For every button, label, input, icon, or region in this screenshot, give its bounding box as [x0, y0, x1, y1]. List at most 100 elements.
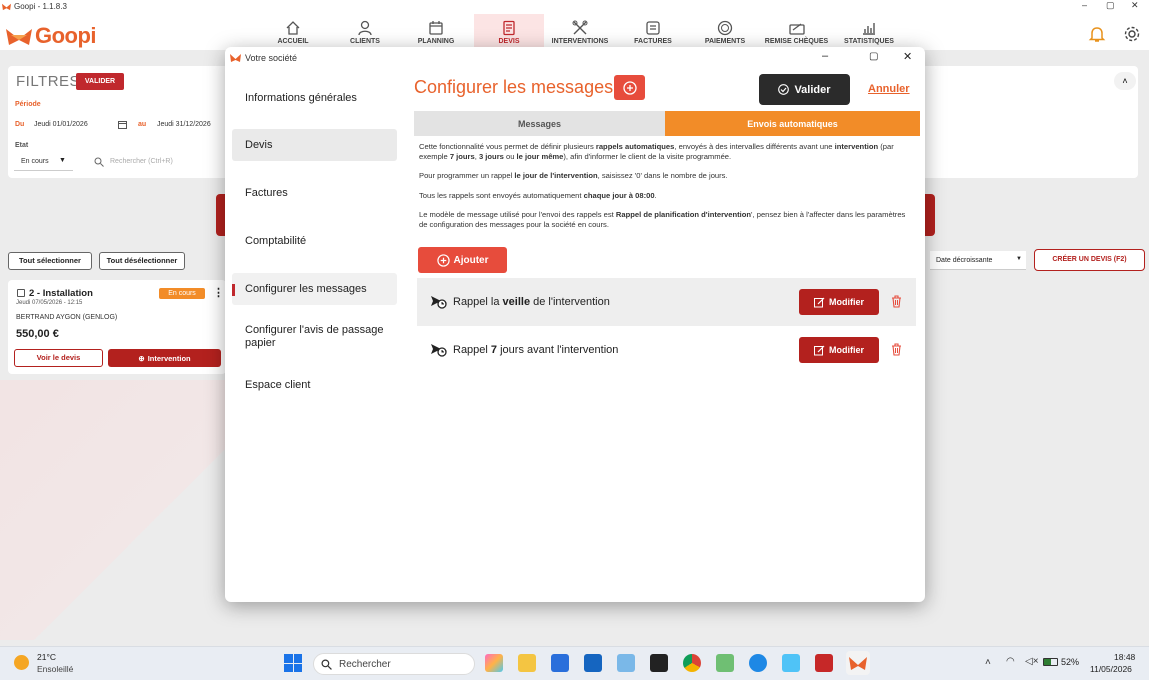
notepad-icon[interactable]: [782, 654, 800, 672]
goopi-logo-icon: [230, 54, 241, 62]
edit-label: Modifier: [829, 297, 864, 307]
tab-messages[interactable]: Messages: [414, 111, 665, 136]
etat-select[interactable]: En cours ▼: [14, 153, 73, 171]
sidebar-item-avis-passage[interactable]: Configurer l'avis de passage papier: [232, 321, 397, 353]
battery-icon[interactable]: [1043, 658, 1058, 666]
dialog-maximize-button[interactable]: ▢: [869, 51, 878, 62]
copilot-icon[interactable]: [485, 654, 503, 672]
search-icon: [321, 659, 332, 670]
validate-label: Valider: [794, 83, 831, 96]
nav-label: REMISE CHÈQUES: [764, 38, 829, 45]
calendar-icon[interactable]: [118, 120, 127, 129]
snipping-icon[interactable]: [617, 654, 635, 672]
bell-icon[interactable]: [1088, 25, 1106, 43]
nav-paiements[interactable]: PAIEMENTS: [694, 14, 756, 50]
gear-icon[interactable]: [1123, 25, 1141, 43]
edit-label: Modifier: [829, 345, 864, 355]
weather-sun-icon[interactable]: [14, 655, 29, 670]
card-date: Jeudi 07/05/2026 - 12:15: [16, 300, 83, 306]
tab-envois-automatiques[interactable]: Envois automatiques: [665, 111, 920, 136]
window-title: Goopi - 1.1.8.3: [14, 2, 67, 11]
goopi-taskbar-icon[interactable]: [846, 651, 870, 675]
clock-time[interactable]: 18:48: [1114, 652, 1135, 662]
nav-label: CLIENTS: [350, 38, 380, 45]
date-from-field[interactable]: Jeudi 01/01/2026: [34, 121, 88, 128]
sidebar-item-informations[interactable]: Informations générales: [232, 81, 397, 115]
windows-start-icon[interactable]: [284, 654, 302, 672]
chevron-up-icon: ˄: [1122, 76, 1128, 86]
sort-select[interactable]: Date décroissante ▼: [930, 251, 1026, 270]
nav-remise-cheques[interactable]: REMISE CHÈQUES: [763, 14, 830, 50]
dialog-close-button[interactable]: ✕: [903, 50, 912, 63]
more-icon[interactable]: ⋮: [213, 286, 224, 299]
intervention-button[interactable]: ⊕ Intervention: [108, 349, 221, 367]
nav-factures[interactable]: FACTURES: [622, 14, 684, 50]
reminder-text: Rappel la veille de l'intervention: [453, 296, 610, 308]
brand-name: Goopi: [35, 23, 97, 48]
edge-icon[interactable]: [749, 654, 767, 672]
collapse-filters-button[interactable]: ˄: [1114, 72, 1136, 90]
volume-muted-icon[interactable]: ◁×: [1025, 656, 1039, 667]
nav-label: STATISTIQUES: [844, 38, 894, 45]
coin-icon: [717, 20, 733, 36]
notepad-plus-icon[interactable]: [716, 654, 734, 672]
filters-validate-button[interactable]: VALIDER: [76, 73, 124, 90]
sidebar-item-factures[interactable]: Factures: [232, 177, 397, 209]
search-icon: [94, 157, 104, 167]
taskbar-search-input[interactable]: Rechercher: [313, 653, 475, 675]
edit-reminder-button[interactable]: Modifier: [799, 337, 879, 363]
validate-button[interactable]: Valider: [759, 74, 850, 105]
trash-icon[interactable]: [891, 343, 902, 356]
deselect-all-button[interactable]: Tout désélectionner: [99, 252, 185, 270]
create-devis-button[interactable]: CRÉER UN DEVIS (F2): [1034, 249, 1145, 271]
nav-label: DEVIS: [498, 38, 520, 45]
nav-interventions[interactable]: INTERVENTIONS: [548, 14, 612, 50]
app-blue-icon[interactable]: [584, 654, 602, 672]
filezilla-icon[interactable]: [815, 654, 833, 672]
add-reminder-button[interactable]: Ajouter: [418, 247, 507, 273]
card-amount: 550,00 €: [16, 328, 59, 340]
plus-circle-icon: [622, 80, 637, 95]
close-window-button[interactable]: ✕: [1131, 0, 1139, 11]
chevron-up-icon[interactable]: ˄: [985, 657, 991, 668]
nav-clients[interactable]: CLIENTS: [334, 14, 396, 50]
edit-icon: [814, 345, 825, 355]
nav-devis[interactable]: DEVIS: [474, 14, 544, 50]
date-to-field[interactable]: Jeudi 31/12/2026: [157, 121, 211, 128]
sidebar-item-label: Comptabilité: [245, 235, 307, 247]
search-input[interactable]: Rechercher (Ctrl+R): [88, 153, 224, 171]
select-all-button[interactable]: Tout sélectionner: [8, 252, 92, 270]
reminder-row: Rappel 7 jours avant l'intervention Modi…: [417, 326, 916, 374]
weather-desc: Ensoleillé: [37, 664, 74, 674]
clock-date[interactable]: 11/05/2026: [1090, 664, 1132, 674]
sort-value: Date décroissante: [936, 257, 993, 264]
maximize-button[interactable]: ▢: [1106, 0, 1115, 11]
view-devis-button[interactable]: Voir le devis: [14, 349, 103, 367]
intervention-label: Intervention: [147, 353, 191, 363]
minimize-button[interactable]: –: [1082, 0, 1087, 10]
nav-accueil[interactable]: ACCUEIL: [262, 14, 324, 50]
file-explorer-icon[interactable]: [518, 654, 536, 672]
sidebar-item-espace-client[interactable]: Espace client: [232, 369, 397, 401]
sidebar-item-devis[interactable]: Devis: [232, 129, 397, 161]
edit-reminder-button[interactable]: Modifier: [799, 289, 879, 315]
app-dark-icon[interactable]: [650, 654, 668, 672]
brand[interactable]: Goopi: [6, 22, 97, 50]
nav-planning[interactable]: PLANNING: [405, 14, 467, 50]
dialog-minimize-button[interactable]: –: [822, 50, 828, 62]
devis-card[interactable]: 2 - Installation En cours ⋮ Jeudi 07/05/…: [8, 280, 226, 374]
sidebar-item-label: Devis: [245, 139, 273, 151]
add-message-button[interactable]: [614, 75, 645, 100]
card-checkbox[interactable]: [17, 289, 25, 297]
trash-icon[interactable]: [891, 295, 902, 308]
cancel-link[interactable]: Annuler: [868, 83, 910, 95]
store-icon[interactable]: [551, 654, 569, 672]
nav-statistiques[interactable]: STATISTIQUES: [838, 14, 900, 50]
sidebar-item-messages[interactable]: Configurer les messages: [232, 273, 397, 305]
wifi-icon[interactable]: ◠: [1006, 656, 1015, 667]
chrome-icon[interactable]: [683, 654, 701, 672]
schedule-paragraph: Tous les rappels sont envoyés automatiqu…: [419, 191, 657, 200]
home-icon: [286, 21, 300, 35]
sidebar-item-comptabilite[interactable]: Comptabilité: [232, 225, 397, 257]
chevron-down-icon: ▼: [59, 157, 66, 164]
